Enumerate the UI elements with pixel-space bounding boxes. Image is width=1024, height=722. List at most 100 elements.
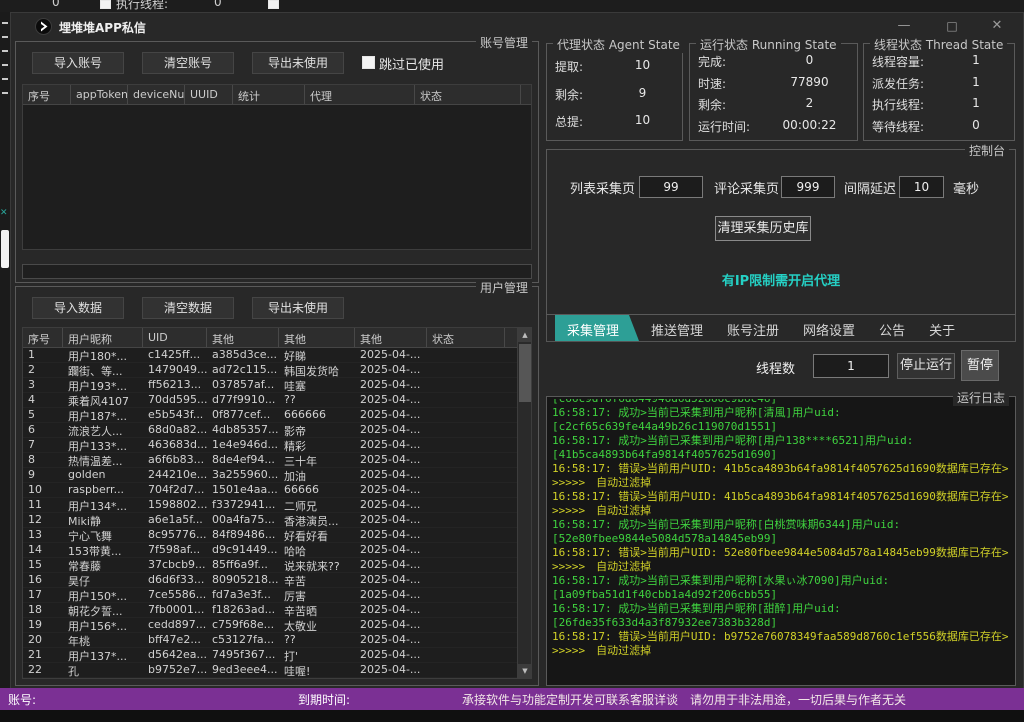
vertical-scrollbar[interactable]: ▲ ▼ [517,328,531,678]
column-header[interactable]: 其他 [207,328,279,347]
table-row[interactable]: 20年桃bff47e2...c53127fa...??2025-04-... [23,633,517,648]
column-header[interactable]: 用户昵称 [63,328,143,347]
table-row[interactable]: 8热情温差...a6f6b83...8de4ef94...三十年2025-04-… [23,453,517,468]
state-value: 10 [603,113,682,130]
cell: 1479049... [143,363,207,377]
table-row[interactable]: 13宁心飞舞8c95776...84f89486...好看好看2025-04-.… [23,528,517,543]
cell: 2025-04-... [355,513,427,527]
state-value: 1 [938,96,1014,113]
account-table-body[interactable] [23,105,531,249]
scroll-thumb[interactable] [519,344,531,402]
thread-count-input[interactable] [813,354,889,378]
table-row[interactable]: 11用户134*...1598802...f3372941...二师兄2025-… [23,498,517,513]
comment-pages-input[interactable] [781,176,835,198]
cell: 孔 [63,663,143,677]
table-row[interactable]: 18朝花夕誓...7fb0001...f18263ad...辛苦晒2025-04… [23,603,517,618]
table-row[interactable]: 12Miki静a6e1a5f...00a4fa75...香港演员...2025-… [23,513,517,528]
column-header[interactable]: deviceNum [128,85,185,104]
account-table[interactable]: 序号appTokendeviceNumUUID统计代理状态 [22,84,532,250]
agent-state-group: 代理状态 Agent State 提取:10剩余:9总提:10 [546,43,683,141]
cell [427,618,505,632]
bg-mark [2,64,8,66]
scroll-up-button[interactable]: ▲ [518,328,532,342]
cell [427,468,505,482]
user-table-body[interactable]: 1用户180*...c1425ff...a385d3ce...好睇2025-04… [23,348,517,678]
column-header[interactable]: 代理 [305,85,415,104]
list-pages-input[interactable] [639,176,703,198]
cell [427,513,505,527]
table-row[interactable]: 1用户180*...c1425ff...a385d3ce...好睇2025-04… [23,348,517,363]
clear-history-button[interactable]: 清理采集历史库 [715,216,811,241]
log-output[interactable]: [c66c9df6f6d644946d6d52666c9b6c46]16:58:… [549,399,1013,683]
column-header[interactable]: UID [143,328,207,347]
table-row[interactable]: 10raspberr...704f2d7...1501e4aa...666662… [23,483,517,498]
column-header[interactable]: 其他 [279,328,355,347]
scroll-down-button[interactable]: ▼ [518,664,532,678]
column-header[interactable]: 其他 [355,328,427,347]
tab-account-register[interactable]: 账号注册 [715,315,791,341]
cell: 影帝 [279,423,355,437]
cell: 80905218... [207,573,279,587]
table-row[interactable]: 19用户156*...cedd897...c759f68e...太敬业2025-… [23,618,517,633]
log-lines: [c66c9df6f6d644946d6d52666c9b6c46]16:58:… [552,399,1010,658]
column-header[interactable]: 统计 [233,85,305,104]
table-row[interactable]: 6流浪艺人...68d0a82...4db85357...影帝2025-04-.… [23,423,517,438]
table-row[interactable]: 21用户137*...d5642ea...7495f367...打'2025-0… [23,648,517,663]
state-row: 等待线程:0 [864,118,1014,135]
pause-button[interactable]: 暂停 [961,350,999,381]
column-header[interactable]: UUID [185,85,233,104]
table-row[interactable]: 22孔b9752e7...9ed3eee4...哇喔!2025-04-... [23,663,517,678]
user-table-header: 序号用户昵称UID其他其他其他状态 [23,328,531,348]
cell: 2025-04-... [355,498,427,512]
cell: bff47e2... [143,633,207,647]
cell: 666666 [279,408,355,422]
log-line: 16:58:17: 成功>当前已采集到用户昵称[水果ぃ冰7090]用户uid: [552,574,1010,588]
delay-input[interactable] [899,176,944,198]
table-row[interactable]: 14153带黄...7f598af...d9c91449...哈哈2025-04… [23,543,517,558]
cell: 0f877cef... [207,408,279,422]
table-row[interactable]: 7用户133*...463683d...1e4e946d...精彩2025-04… [23,438,517,453]
account-table-hscrollbar[interactable] [22,264,532,279]
tab-collect-management[interactable]: 采集管理 [555,315,639,341]
import-data-button[interactable]: 导入数据 [32,297,124,319]
export-unused-accounts-button[interactable]: 导出未使用 [252,52,344,74]
column-header[interactable]: 状态 [415,85,521,104]
cell: fd7a3e3f... [207,588,279,602]
console-group: 控制台 列表采集页 评论采集页 间隔延迟 毫秒 清理采集历史库 有IP限制需开启… [546,149,1016,315]
bg-checkbox-icon [268,0,279,9]
table-row[interactable]: 9golden244210e...3a255960...加油2025-04-..… [23,468,517,483]
table-row[interactable]: 2躝街、等...1479049...ad72c115...韩国发货哈2025-0… [23,363,517,378]
tab-notice[interactable]: 公告 [867,315,917,341]
stop-button[interactable]: 停止运行 [897,353,955,379]
skip-used-checkbox[interactable] [362,56,375,69]
state-row: 完成:0 [690,53,857,70]
table-row[interactable]: 3用户193*...ff56213...037857af...哇塞2025-04… [23,378,517,393]
bottom-background-strip [0,710,1024,722]
cell: 21 [23,648,63,662]
clear-accounts-button[interactable]: 清空账号 [142,52,234,74]
tab-about[interactable]: 关于 [917,315,967,341]
cell: 18 [23,603,63,617]
column-header[interactable]: 序号 [23,328,63,347]
cell: 8c95776... [143,528,207,542]
table-row[interactable]: 16昊仔d6d6f33...80905218...辛苦2025-04-... [23,573,517,588]
state-row: 时速:77890 [690,75,857,92]
table-row[interactable]: 15常春藤37cbcb9...85ff6a9f...说来就来??2025-04-… [23,558,517,573]
export-unused-data-button[interactable]: 导出未使用 [252,297,344,319]
column-header[interactable]: 序号 [23,85,71,104]
table-row[interactable]: 4乘着风410770dd595...d77f9910...??2025-04-.… [23,393,517,408]
table-row[interactable]: 5用户187*...e5b543f...0f877cef...666666202… [23,408,517,423]
tab-push-management[interactable]: 推送管理 [639,315,715,341]
column-header[interactable]: 状态 [427,328,505,347]
cell: 辛苦 [279,573,355,587]
import-accounts-button[interactable]: 导入账号 [32,52,124,74]
state-value: 0 [938,118,1014,135]
table-row[interactable]: 17用户150*...7ce5586...fd7a3e3f...厉害2025-0… [23,588,517,603]
cell: 2025-04-... [355,363,427,377]
tab-network-settings[interactable]: 网络设置 [791,315,867,341]
log-line: 16:58:17: 错误>当前用户UID: 41b5ca4893b64fa981… [552,462,1010,490]
user-table[interactable]: 序号用户昵称UID其他其他其他状态 1用户180*...c1425ff...a3… [22,327,532,679]
column-header[interactable]: appToken [71,85,128,104]
log-line: 16:58:17: 错误>当前用户UID: 41b5ca4893b64fa981… [552,490,1010,518]
clear-data-button[interactable]: 清空数据 [142,297,234,319]
